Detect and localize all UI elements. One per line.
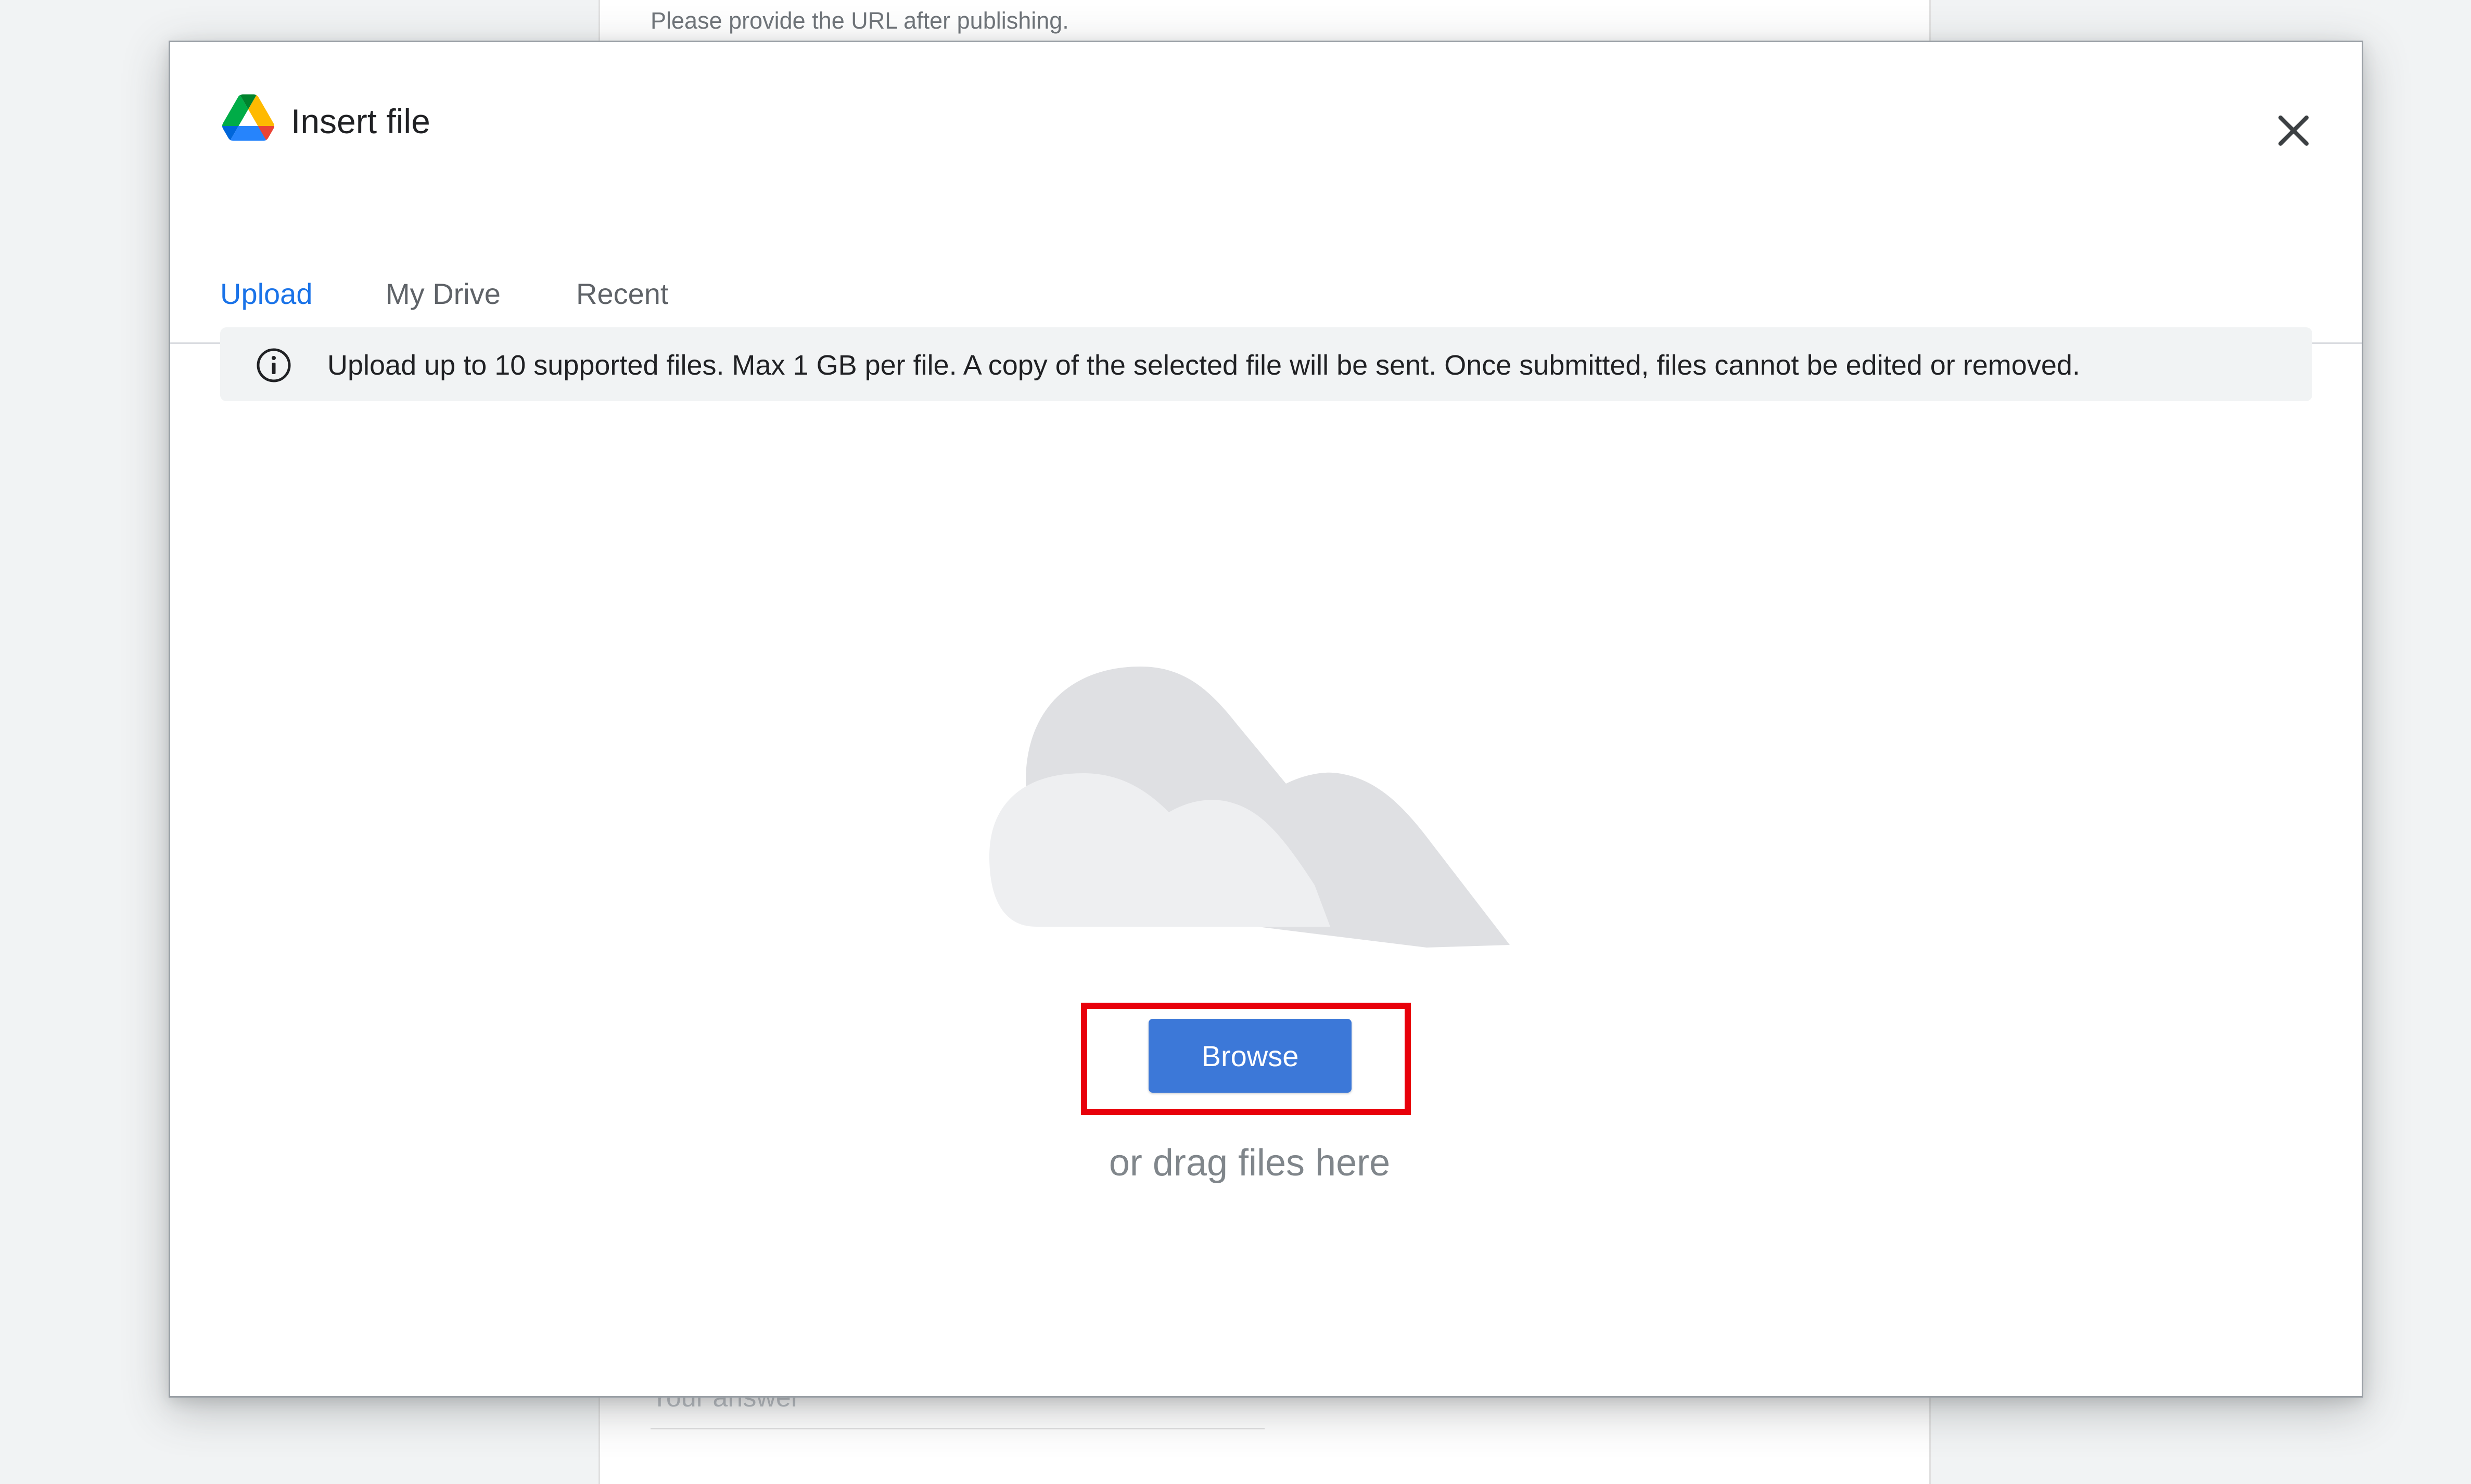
- dialog-title: Insert file: [291, 102, 430, 140]
- question-hint: Please provide the URL after publishing.: [651, 7, 1069, 34]
- drag-files-text: or drag files here: [1109, 1142, 1391, 1184]
- info-banner: Upload up to 10 supported files. Max 1 G…: [220, 327, 2312, 401]
- close-icon: [2262, 116, 2325, 163]
- info-icon: [256, 347, 292, 383]
- dialog-header: Insert file: [170, 42, 2362, 146]
- upload-limits-text: Upload up to 10 supported files. Max 1 G…: [327, 350, 2080, 381]
- browse-button[interactable]: Browse: [1149, 1019, 1352, 1093]
- tab-upload[interactable]: Upload: [220, 275, 312, 313]
- tab-my-drive[interactable]: My Drive: [386, 275, 501, 313]
- google-drive-icon: [222, 94, 274, 141]
- answer-underline: [651, 1428, 1265, 1429]
- tab-recent[interactable]: Recent: [576, 275, 668, 313]
- close-button[interactable]: [2262, 99, 2325, 162]
- insert-file-dialog: Insert file Upload My Drive Recent Uploa…: [169, 41, 2363, 1398]
- cloud-illustration: [989, 646, 1531, 968]
